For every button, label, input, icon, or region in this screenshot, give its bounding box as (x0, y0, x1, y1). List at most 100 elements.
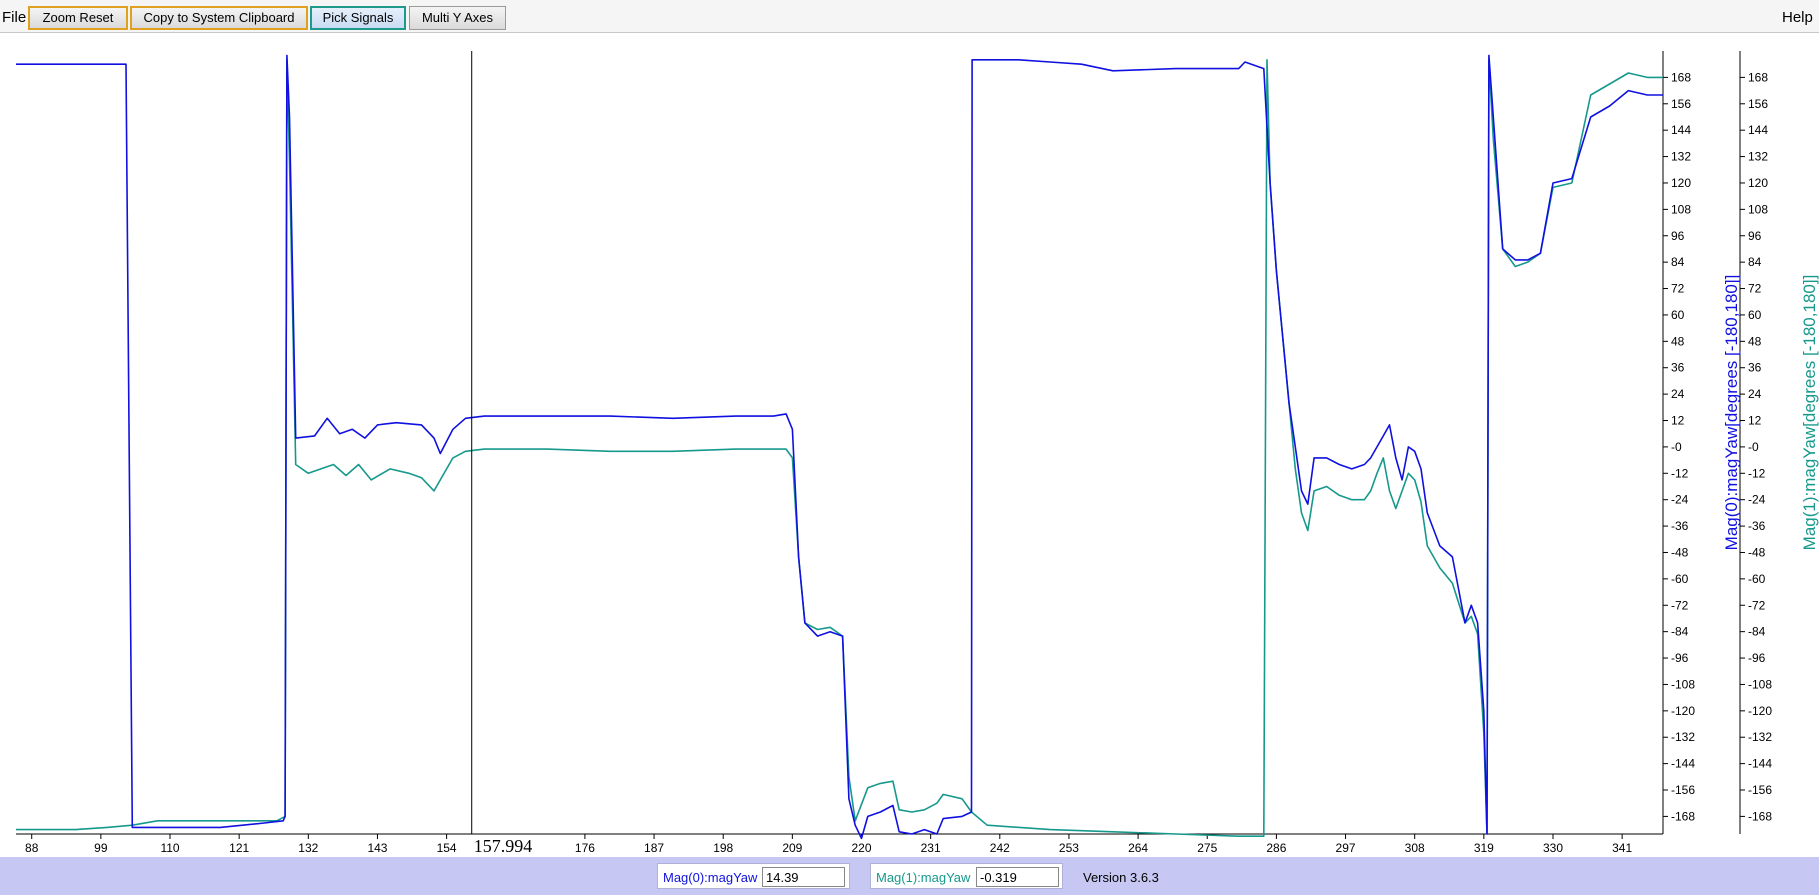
y-tick-label: 60 (1671, 308, 1685, 322)
y2-tick-label: -60 (1748, 572, 1766, 586)
y-tick-label: 24 (1671, 387, 1685, 401)
y-tick-label: -84 (1671, 625, 1689, 639)
y-tick-label: 144 (1671, 123, 1691, 137)
x-tick-label: 99 (94, 841, 108, 855)
y2-tick-label: -108 (1748, 677, 1772, 691)
y2-tick-label: 12 (1748, 414, 1762, 428)
y2-tick-label: 120 (1748, 176, 1768, 190)
y-tick-label: -60 (1671, 572, 1689, 586)
series0-readout: Mag(0):magYaw (657, 863, 850, 889)
y2-tick-label: -36 (1748, 519, 1766, 533)
y2-tick-label: -84 (1748, 625, 1766, 639)
x-tick-label: 121 (229, 841, 249, 855)
y2-tick-label: -144 (1748, 757, 1772, 771)
x-tick-label: 220 (851, 841, 871, 855)
y2-tick-label: -168 (1748, 809, 1772, 823)
series-line-1 (16, 59, 1663, 837)
y-tick-label: 36 (1671, 361, 1685, 375)
x-tick-label: 198 (713, 841, 733, 855)
y-tick-label: -36 (1671, 519, 1689, 533)
y2-tick-label: 84 (1748, 255, 1762, 269)
cursor-value-label: 157.994 (474, 836, 532, 856)
series0-value-field[interactable] (762, 867, 845, 887)
y2-tick-label: 108 (1748, 202, 1768, 216)
y-tick-label: -0 (1671, 440, 1682, 454)
y2-tick-label: 72 (1748, 282, 1762, 296)
y2-tick-label: -0 (1748, 440, 1759, 454)
x-tick-label: 187 (644, 841, 664, 855)
y2-tick-label: -156 (1748, 783, 1772, 797)
y-tick-label: 72 (1671, 282, 1685, 296)
x-tick-label: 308 (1405, 841, 1425, 855)
y-tick-label: 168 (1671, 70, 1691, 84)
y2-tick-label: 96 (1748, 229, 1762, 243)
x-tick-label: 209 (782, 841, 802, 855)
y-tick-label: 108 (1671, 202, 1691, 216)
x-tick-label: 88 (25, 841, 39, 855)
y2-tick-label: 132 (1748, 150, 1768, 164)
series1-value-field[interactable] (976, 867, 1059, 887)
series0-readout-label: Mag(0):magYaw (663, 870, 758, 885)
x-tick-label: 253 (1059, 841, 1079, 855)
status-bar: Mag(0):magYaw Mag(1):magYaw Version 3.6.… (0, 857, 1819, 895)
y-tick-label: -12 (1671, 466, 1689, 480)
menu-bar: File Zoom Reset Copy to System Clipboard… (0, 0, 1819, 33)
x-tick-label: 330 (1543, 841, 1563, 855)
version-label: Version 3.6.3 (1083, 870, 1159, 885)
y2-tick-label: 48 (1748, 334, 1762, 348)
series1-readout-label: Mag(1):magYaw (876, 870, 971, 885)
y-tick-label: 12 (1671, 414, 1685, 428)
y2-tick-label: -72 (1748, 598, 1766, 612)
x-tick-label: 176 (575, 841, 595, 855)
x-tick-label: 319 (1474, 841, 1494, 855)
y2-tick-label: 168 (1748, 70, 1768, 84)
y-tick-label: -156 (1671, 783, 1695, 797)
series-line-0 (16, 54, 1663, 840)
y2-tick-label: -24 (1748, 493, 1766, 507)
pick-signals-button[interactable]: Pick Signals (310, 6, 406, 30)
y-tick-label: -48 (1671, 545, 1689, 559)
y-axis-title-series1: Mag(1):magYaw[degrees [-180,180]] (1800, 275, 1819, 551)
y-tick-label: -24 (1671, 493, 1689, 507)
y-tick-label: 84 (1671, 255, 1685, 269)
x-tick-label: 143 (367, 841, 387, 855)
y-tick-label: -120 (1671, 704, 1695, 718)
x-tick-label: 154 (437, 841, 457, 855)
y2-tick-label: 144 (1748, 123, 1768, 137)
y2-tick-label: 60 (1748, 308, 1762, 322)
y-tick-label: -108 (1671, 677, 1695, 691)
y-tick-label: -168 (1671, 809, 1695, 823)
y-tick-label: 96 (1671, 229, 1685, 243)
y-tick-label: -132 (1671, 730, 1695, 744)
x-tick-label: 286 (1266, 841, 1286, 855)
x-tick-label: 275 (1197, 841, 1217, 855)
y-tick-label: 132 (1671, 150, 1691, 164)
y2-tick-label: 24 (1748, 387, 1762, 401)
plot-area[interactable]: 88 99 110 121 132 143 154 176 187 198 209 220 231 242… (0, 33, 1819, 857)
x-tick-label: 297 (1336, 841, 1356, 855)
y2-tick-label: 36 (1748, 361, 1762, 375)
y-tick-label: 156 (1671, 97, 1691, 111)
series1-readout: Mag(1):magYaw (870, 863, 1063, 889)
zoom-reset-button[interactable]: Zoom Reset (28, 6, 128, 30)
x-tick-label: 231 (921, 841, 941, 855)
y2-tick-label: -120 (1748, 704, 1772, 718)
y-tick-label: -96 (1671, 651, 1689, 665)
menu-help[interactable]: Help (1782, 9, 1813, 26)
y2-tick-label: -48 (1748, 545, 1766, 559)
menu-file[interactable]: File (2, 9, 26, 26)
x-tick-label: 264 (1128, 841, 1148, 855)
y-tick-label: -72 (1671, 598, 1689, 612)
copy-clipboard-button[interactable]: Copy to System Clipboard (130, 6, 308, 30)
y2-tick-label: -96 (1748, 651, 1766, 665)
x-tick-label: 341 (1612, 841, 1632, 855)
y2-tick-label: 156 (1748, 97, 1768, 111)
multi-y-axes-button[interactable]: Multi Y Axes (409, 6, 506, 30)
y-axis-title-series0: Mag(0):magYaw[degrees [-180,180]] (1722, 275, 1741, 551)
y-tick-label: 120 (1671, 176, 1691, 190)
y2-tick-label: -132 (1748, 730, 1772, 744)
y-tick-label: 48 (1671, 334, 1685, 348)
x-tick-label: 242 (990, 841, 1010, 855)
x-tick-label: 110 (160, 841, 179, 855)
y2-tick-label: -12 (1748, 466, 1766, 480)
